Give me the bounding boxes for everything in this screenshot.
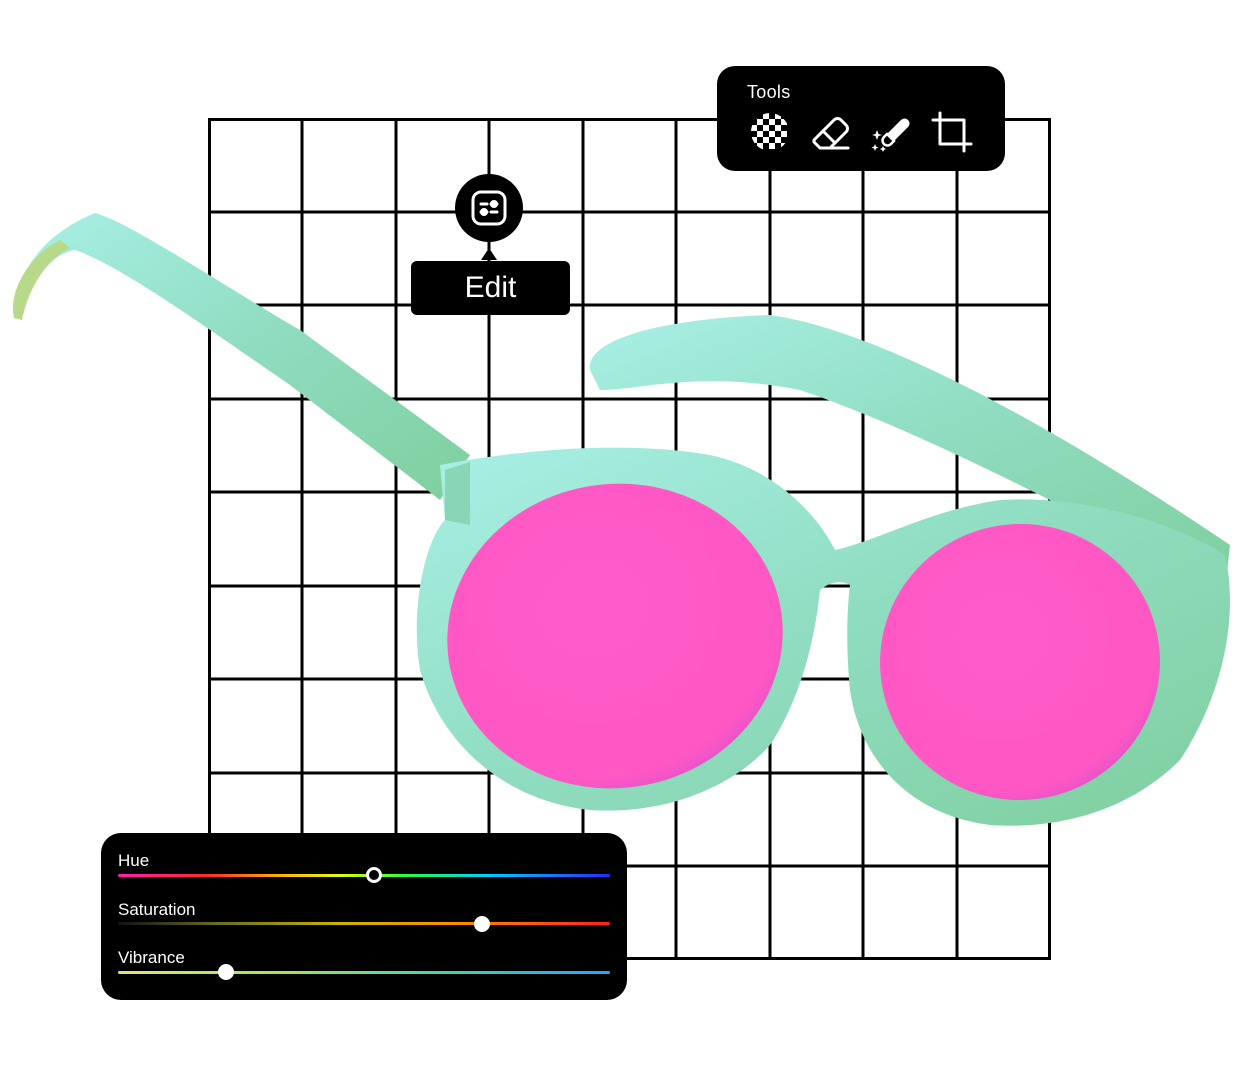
edit-tooltip-pointer (481, 248, 497, 260)
vibrance-label: Vibrance (118, 948, 185, 967)
crop-icon (931, 111, 973, 153)
crop-tool-button[interactable] (930, 110, 974, 154)
saturation-label: Saturation (118, 900, 196, 919)
hue-slider-track[interactable] (118, 874, 610, 877)
tools-title: Tools (747, 82, 791, 102)
eraser-icon (812, 117, 850, 150)
eraser-tool-button[interactable] (808, 110, 852, 154)
vibrance-slider-thumb[interactable] (218, 964, 235, 980)
adjustments-icon (471, 190, 507, 226)
edit-button[interactable] (455, 174, 523, 242)
hue-slider-thumb[interactable] (365, 867, 382, 883)
hue-label: Hue (118, 851, 150, 870)
adjustments-panel: Hue Saturation Vibrance (101, 833, 627, 1000)
saturation-slider-thumb[interactable] (474, 916, 491, 932)
edit-label: Edit (411, 261, 570, 315)
tools-panel: Tools (717, 66, 1005, 171)
transparency-checker-icon (751, 113, 787, 149)
vibrance-slider-track[interactable] (118, 971, 610, 974)
saturation-slider-track[interactable] (118, 922, 610, 925)
transparency-tool-button[interactable] (748, 110, 792, 154)
magic-eraser-tool-button[interactable] (869, 110, 913, 154)
magic-eraser-icon (871, 118, 910, 152)
